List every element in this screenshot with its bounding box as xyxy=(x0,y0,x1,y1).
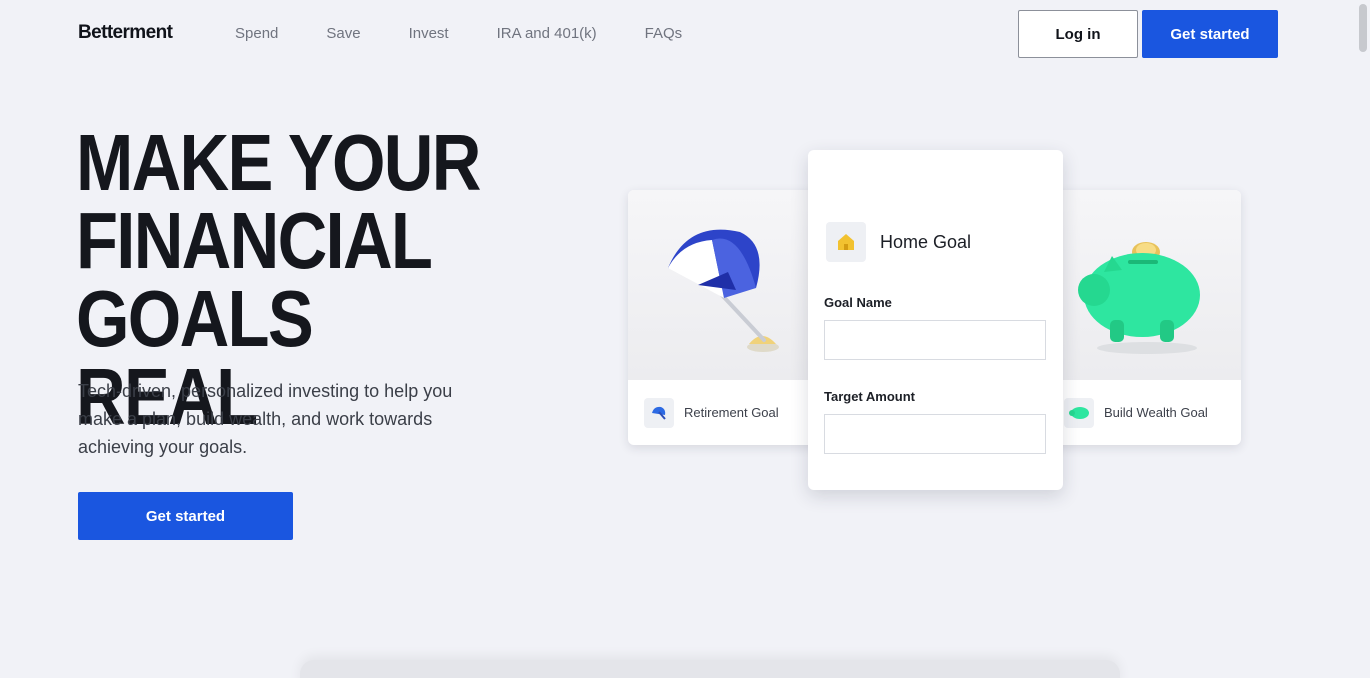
piggy-bank-icon xyxy=(1064,398,1094,428)
target-amount-input[interactable] xyxy=(824,414,1046,454)
next-section-edge xyxy=(300,660,1120,678)
nav-get-started-button[interactable]: Get started xyxy=(1142,10,1278,58)
hero-subtitle: Tech-driven, personalized investing to h… xyxy=(78,381,453,457)
betterment-logo[interactable]: Betterment xyxy=(78,22,173,44)
top-nav: Betterment Spend Save Invest IRA and 401… xyxy=(0,0,1370,68)
umbrella-illustration xyxy=(668,229,779,352)
hero-title-line: FINANCIAL xyxy=(76,196,433,285)
nav-link-save[interactable]: Save xyxy=(326,25,360,42)
goal-name-label: Goal Name xyxy=(824,295,892,310)
goal-name-input[interactable] xyxy=(824,320,1046,360)
nav-link-faqs[interactable]: FAQs xyxy=(645,25,683,42)
nav-link-invest[interactable]: Invest xyxy=(409,25,449,42)
scrollbar-thumb[interactable] xyxy=(1359,4,1367,52)
target-amount-label: Target Amount xyxy=(824,389,915,404)
wealth-illustration xyxy=(1042,190,1241,380)
nav-link-spend[interactable]: Spend xyxy=(235,25,278,42)
hero-get-started-button[interactable]: Get started xyxy=(78,492,293,540)
build-wealth-goal-card[interactable]: Build Wealth Goal xyxy=(1042,190,1241,445)
build-wealth-goal-label: Build Wealth Goal xyxy=(1104,405,1208,420)
piggy-bank-illustration xyxy=(1078,242,1200,354)
retirement-goal-card[interactable]: Retirement Goal xyxy=(628,190,828,445)
retirement-goal-label: Retirement Goal xyxy=(684,405,779,420)
hero-title-line: MAKE YOUR xyxy=(76,118,481,207)
nav-links: Spend Save Invest IRA and 401(k) FAQs xyxy=(235,25,730,42)
umbrella-icon xyxy=(644,398,674,428)
home-goal-card: Home Goal Goal Name Target Amount xyxy=(808,150,1063,490)
wealth-card-footer: Build Wealth Goal xyxy=(1042,380,1241,445)
home-goal-title: Home Goal xyxy=(880,232,972,252)
house-icon xyxy=(826,222,866,262)
nav-link-ira-401k[interactable]: IRA and 401(k) xyxy=(497,25,597,42)
retirement-illustration xyxy=(628,190,828,380)
retirement-card-footer: Retirement Goal xyxy=(628,380,828,445)
login-button[interactable]: Log in xyxy=(1018,10,1138,58)
